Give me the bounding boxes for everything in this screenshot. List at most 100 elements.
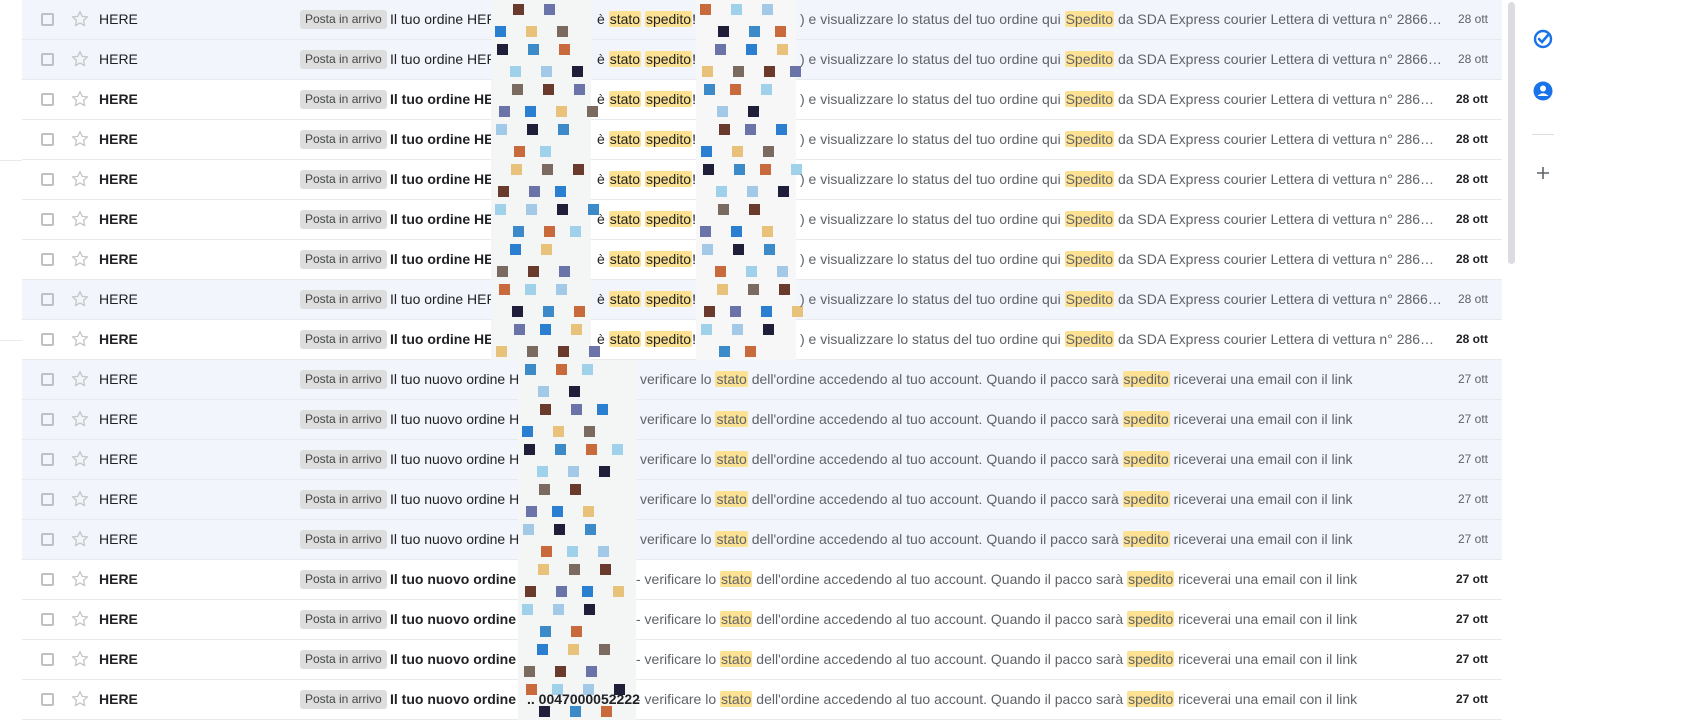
thread-row[interactable]: HERE Posta in arrivo Il tuo ordine HERE n°…	[22, 320, 1502, 360]
thread-snippet: - verificare lo stato dell'ordine accede…	[636, 651, 1357, 667]
thread-row[interactable]: HERE Posta in arrivo Il tuo nuovo ordine H…	[22, 560, 1502, 600]
select-checkbox[interactable]	[41, 373, 54, 386]
sender-name: HERE	[99, 691, 138, 707]
inbox-label[interactable]: Posta in arrivo	[300, 410, 387, 429]
redaction-pixel	[700, 4, 711, 15]
thread-row[interactable]: HERE Posta in arrivo Il tuo ordine HERE n°…	[22, 240, 1502, 280]
sender-name: HERE	[99, 211, 138, 227]
thread-row[interactable]: HERE Posta in arrivo Il tuo nuovo ordine H…	[22, 440, 1502, 480]
thread-row[interactable]: HERE Posta in arrivo Il tuo nuovo ordine H…	[22, 600, 1502, 640]
star-icon[interactable]	[70, 569, 90, 589]
star-icon[interactable]	[70, 409, 90, 429]
thread-snippet: ) e visualizzare lo status del tuo ordin…	[800, 171, 1434, 187]
select-checkbox[interactable]	[41, 133, 54, 146]
thread-row[interactable]: HERE Posta in arrivo Il tuo nuovo ordine H…	[22, 680, 1502, 720]
inbox-label[interactable]: Posta in arrivo	[300, 330, 387, 349]
select-checkbox[interactable]	[41, 93, 54, 106]
inbox-label[interactable]: Posta in arrivo	[300, 210, 387, 229]
redaction-pixel	[556, 364, 567, 375]
thread-row[interactable]: HERE Posta in arrivo Il tuo ordine HERE n°…	[22, 80, 1502, 120]
inbox-label[interactable]: Posta in arrivo	[300, 370, 387, 389]
highlight-spedito: spedito	[644, 251, 693, 267]
select-checkbox[interactable]	[41, 253, 54, 266]
star-icon[interactable]	[70, 689, 90, 709]
select-checkbox[interactable]	[41, 413, 54, 426]
select-checkbox[interactable]	[41, 53, 54, 66]
star-icon[interactable]	[70, 489, 90, 509]
inbox-label[interactable]: Posta in arrivo	[300, 690, 387, 709]
inbox-label[interactable]: Posta in arrivo	[300, 490, 387, 509]
inbox-label[interactable]: Posta in arrivo	[300, 610, 387, 629]
star-icon[interactable]	[70, 89, 90, 109]
star-icon[interactable]	[70, 169, 90, 189]
redaction-pixel	[762, 4, 773, 15]
star-icon[interactable]	[70, 529, 90, 549]
select-checkbox[interactable]	[41, 213, 54, 226]
thread-row[interactable]: HERE Posta in arrivo Il tuo nuovo ordine H…	[22, 480, 1502, 520]
thread-row[interactable]: HERE Posta in arrivo Il tuo ordine HERE n°…	[22, 120, 1502, 160]
star-icon[interactable]	[70, 9, 90, 29]
select-checkbox[interactable]	[41, 533, 54, 546]
select-checkbox[interactable]	[41, 493, 54, 506]
select-checkbox[interactable]	[41, 13, 54, 26]
inbox-label[interactable]: Posta in arrivo	[300, 50, 387, 69]
star-icon[interactable]	[70, 449, 90, 469]
redaction-pixel	[512, 84, 523, 95]
thread-row[interactable]: HERE Posta in arrivo Il tuo nuovo ordine H…	[22, 400, 1502, 440]
thread-row[interactable]: HERE Posta in arrivo Il tuo ordine HERE n°…	[22, 280, 1502, 320]
star-icon[interactable]	[70, 129, 90, 149]
select-checkbox[interactable]	[41, 693, 54, 706]
redaction-pixel	[601, 706, 612, 717]
redaction-pixel	[730, 84, 741, 95]
star-icon[interactable]	[70, 649, 90, 669]
inbox-label[interactable]: Posta in arrivo	[300, 290, 387, 309]
scrollbar-thumb[interactable]	[1508, 2, 1515, 264]
snippet-prefix: ) e visualizzare lo status del tuo ordin…	[800, 131, 1065, 147]
redaction-pixel	[778, 186, 789, 197]
add-icon[interactable]	[1532, 162, 1554, 184]
contacts-icon[interactable]	[1532, 80, 1554, 102]
redaction-pixel	[792, 306, 803, 317]
redaction-pixel	[574, 84, 585, 95]
tasks-icon[interactable]	[1532, 28, 1554, 50]
select-checkbox[interactable]	[41, 653, 54, 666]
thread-row[interactable]: HERE Posta in arrivo Il tuo ordine HERE n°…	[22, 200, 1502, 240]
thread-row[interactable]: HERE Posta in arrivo Il tuo ordine HERE n°…	[22, 40, 1502, 80]
thread-row[interactable]: HERE Posta in arrivo Il tuo ordine HERE n°…	[22, 0, 1502, 40]
redaction-pixel	[762, 226, 773, 237]
thread-row[interactable]: HERE Posta in arrivo Il tuo nuovo ordine H…	[22, 640, 1502, 680]
inbox-label[interactable]: Posta in arrivo	[300, 10, 387, 29]
redacted-area	[518, 440, 636, 480]
thread-row[interactable]: HERE Posta in arrivo Il tuo ordine HERE n°…	[22, 160, 1502, 200]
inbox-label[interactable]: Posta in arrivo	[300, 570, 387, 589]
inbox-label[interactable]: Posta in arrivo	[300, 90, 387, 109]
select-checkbox[interactable]	[41, 613, 54, 626]
star-icon[interactable]	[70, 289, 90, 309]
star-icon[interactable]	[70, 609, 90, 629]
select-checkbox[interactable]	[41, 573, 54, 586]
inbox-label[interactable]: Posta in arrivo	[300, 530, 387, 549]
redaction-pixel	[528, 44, 539, 55]
subject-prefix: è	[597, 251, 609, 267]
select-checkbox[interactable]	[41, 173, 54, 186]
highlight-spedito: spedito	[644, 91, 693, 107]
select-checkbox[interactable]	[41, 453, 54, 466]
inbox-label[interactable]: Posta in arrivo	[300, 170, 387, 189]
star-icon[interactable]	[70, 49, 90, 69]
star-icon[interactable]	[70, 249, 90, 269]
star-icon[interactable]	[70, 209, 90, 229]
star-icon[interactable]	[70, 329, 90, 349]
redaction-pixel	[496, 124, 507, 135]
star-icon[interactable]	[70, 369, 90, 389]
inbox-label[interactable]: Posta in arrivo	[300, 450, 387, 469]
inbox-label[interactable]: Posta in arrivo	[300, 130, 387, 149]
redaction-pixel	[718, 204, 729, 215]
inbox-label[interactable]: Posta in arrivo	[300, 250, 387, 269]
select-checkbox[interactable]	[41, 333, 54, 346]
thread-row[interactable]: HERE Posta in arrivo Il tuo nuovo ordine H…	[22, 360, 1502, 400]
inbox-label[interactable]: Posta in arrivo	[300, 650, 387, 669]
highlight-spedito: spedito	[1122, 491, 1170, 507]
select-checkbox[interactable]	[41, 293, 54, 306]
redaction-pixel	[514, 324, 525, 335]
thread-row[interactable]: HERE Posta in arrivo Il tuo nuovo ordine H…	[22, 520, 1502, 560]
